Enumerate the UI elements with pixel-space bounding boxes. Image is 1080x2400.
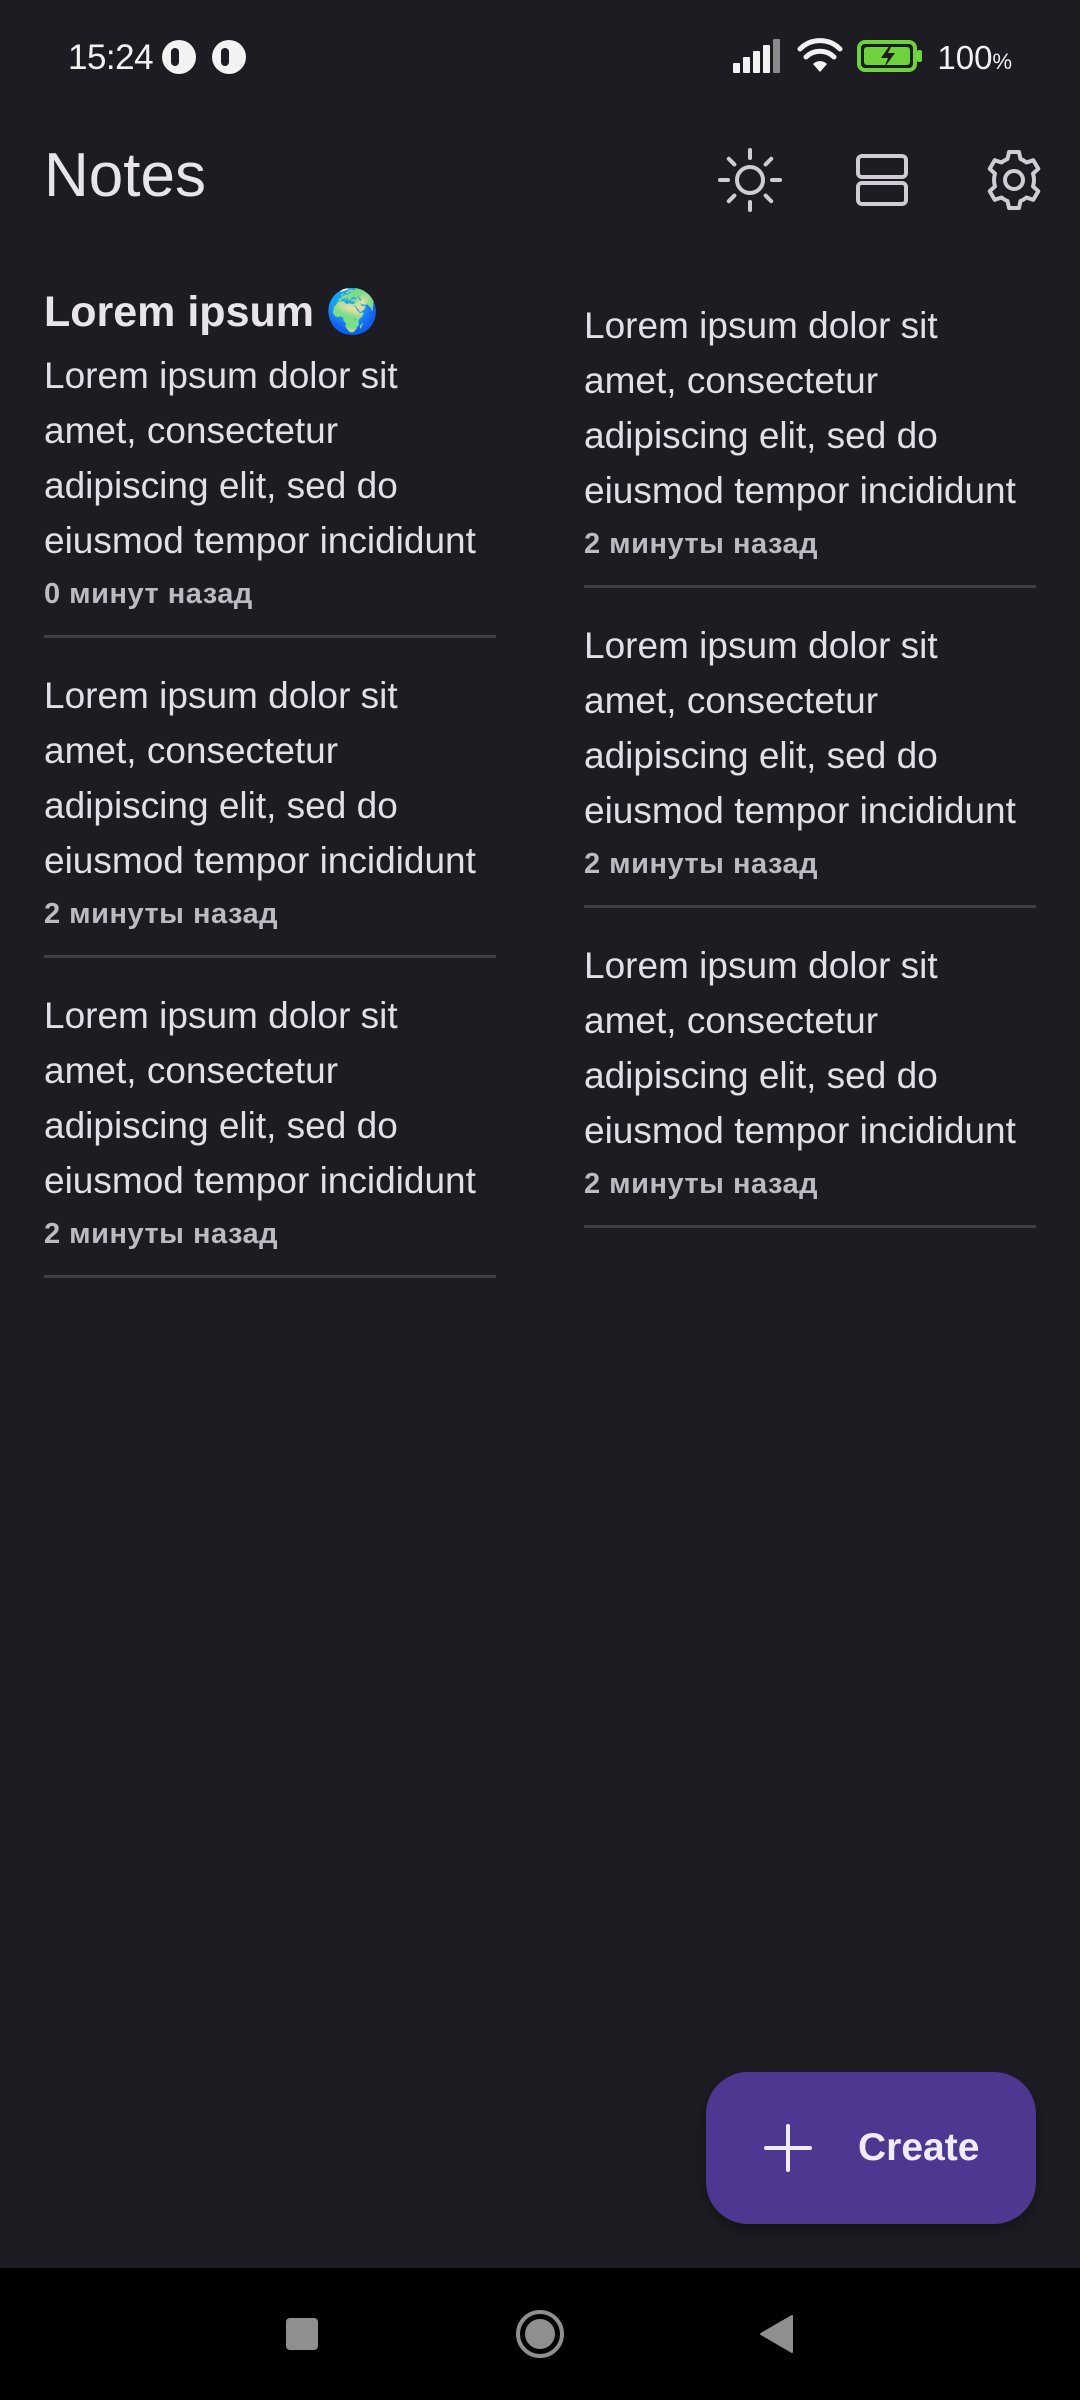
create-button-label: Create (858, 2126, 980, 2169)
note-card[interactable]: Lorem ipsum dolor sit amet, consectetur … (584, 938, 1036, 1228)
note-timestamp: 2 минуты назад (44, 898, 279, 930)
note-card[interactable]: Lorem ipsum dolor sit amet, consectetur … (584, 618, 1036, 908)
home-button[interactable] (504, 2298, 576, 2370)
status-time: 15:24 (68, 38, 154, 77)
note-card[interactable]: Lorem ipsum dolor sit amet, consectetur … (44, 668, 496, 958)
recents-icon (286, 2318, 318, 2350)
back-button[interactable] (740, 2298, 812, 2370)
notes-column-left: Lorem ipsum 🌍 Lorem ipsum dolor sit amet… (44, 282, 496, 1308)
settings-button[interactable] (970, 136, 1058, 224)
note-card[interactable]: Lorem ipsum dolor sit amet, consectetur … (584, 298, 1036, 588)
notes-screen: 15:24 100% Notes Lorem ipsum 🌍 Lorem ips… (0, 0, 1080, 2400)
note-timestamp: 0 минут назад (44, 578, 253, 610)
theme-toggle-button[interactable] (706, 136, 794, 224)
plus-icon (764, 2124, 812, 2172)
note-card[interactable]: Lorem ipsum dolor sit amet, consectetur … (44, 988, 496, 1278)
note-body: Lorem ipsum dolor sit amet, consectetur … (584, 305, 1016, 511)
app-notification-icon (212, 40, 246, 74)
battery-charging-icon (857, 39, 923, 78)
recents-button[interactable] (266, 2298, 338, 2370)
battery-percent: 100% (937, 39, 1012, 76)
note-body: Lorem ipsum dolor sit amet, consectetur … (584, 945, 1016, 1151)
home-icon (516, 2310, 564, 2358)
create-note-button[interactable]: Create (706, 2072, 1036, 2224)
status-bar: 15:24 100% (0, 0, 1080, 118)
brightness-icon (718, 148, 782, 212)
layout-toggle-button[interactable] (838, 136, 926, 224)
note-timestamp: 2 минуты назад (584, 848, 819, 880)
note-body: Lorem ipsum dolor sit amet, consectetur … (44, 355, 476, 561)
system-navigation-bar (0, 2268, 1080, 2400)
notes-column-right: Lorem ipsum dolor sit amet, consectetur … (584, 298, 1036, 1258)
signal-icon (733, 38, 783, 78)
page-title: Notes (44, 141, 206, 210)
app-notification-icon (162, 40, 196, 74)
view-agenda-icon (856, 154, 908, 206)
note-body: Lorem ipsum dolor sit amet, consectetur … (584, 625, 1016, 831)
note-timestamp: 2 минуты назад (584, 1168, 819, 1200)
note-body: Lorem ipsum dolor sit amet, consectetur … (44, 995, 476, 1201)
note-timestamp: 2 минуты назад (44, 1218, 279, 1250)
note-timestamp: 2 минуты назад (584, 528, 819, 560)
note-body: Lorem ipsum dolor sit amet, consectetur … (44, 675, 476, 881)
wifi-icon (797, 37, 843, 79)
note-card[interactable]: Lorem ipsum 🌍 Lorem ipsum dolor sit amet… (44, 282, 496, 638)
back-icon (760, 2315, 793, 2353)
note-title: Lorem ipsum 🌍 (44, 288, 380, 336)
status-indicators: 100% (733, 37, 1012, 79)
gear-icon (987, 150, 1041, 210)
